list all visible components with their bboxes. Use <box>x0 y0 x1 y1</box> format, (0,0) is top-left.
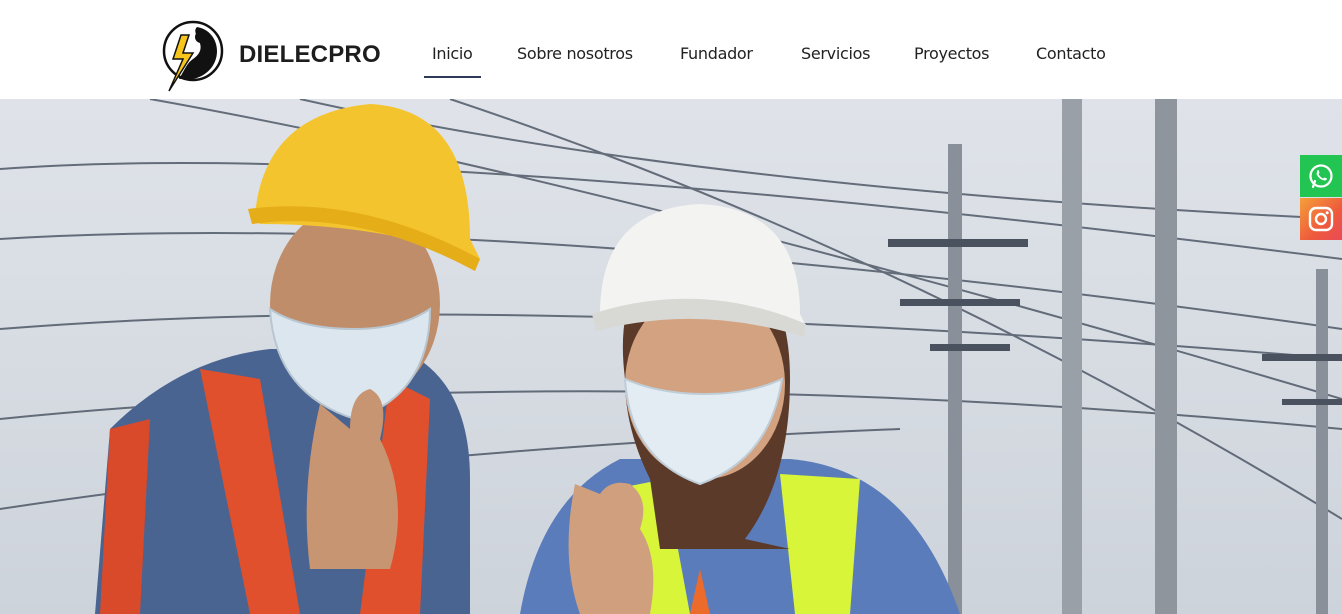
nav-item-fundador[interactable]: Fundador <box>680 44 753 80</box>
logo-link[interactable] <box>159 19 225 95</box>
instagram-icon <box>1308 206 1334 232</box>
worker-right <box>520 204 960 614</box>
utility-poles <box>888 99 1342 614</box>
electrician-lightning-logo-icon <box>162 20 224 92</box>
worker-left <box>95 104 480 614</box>
instagram-button[interactable] <box>1300 198 1342 240</box>
whatsapp-icon <box>1309 164 1333 189</box>
brand-name[interactable]: DIELECPRO <box>239 41 381 69</box>
nav-item-inicio[interactable]: Inicio <box>424 44 481 80</box>
nav-item-contacto[interactable]: Contacto <box>1036 44 1106 80</box>
hero-image <box>0 99 1342 614</box>
nav-item-proyectos[interactable]: Proyectos <box>914 44 990 80</box>
nav-item-sobre-nosotros[interactable]: Sobre nosotros <box>517 44 633 80</box>
whatsapp-button[interactable] <box>1300 155 1342 197</box>
hero-illustration <box>0 99 1342 614</box>
site-header: DIELECPRO Inicio Sobre nosotros Fundador… <box>0 0 1342 99</box>
nav-item-servicios[interactable]: Servicios <box>801 44 870 80</box>
